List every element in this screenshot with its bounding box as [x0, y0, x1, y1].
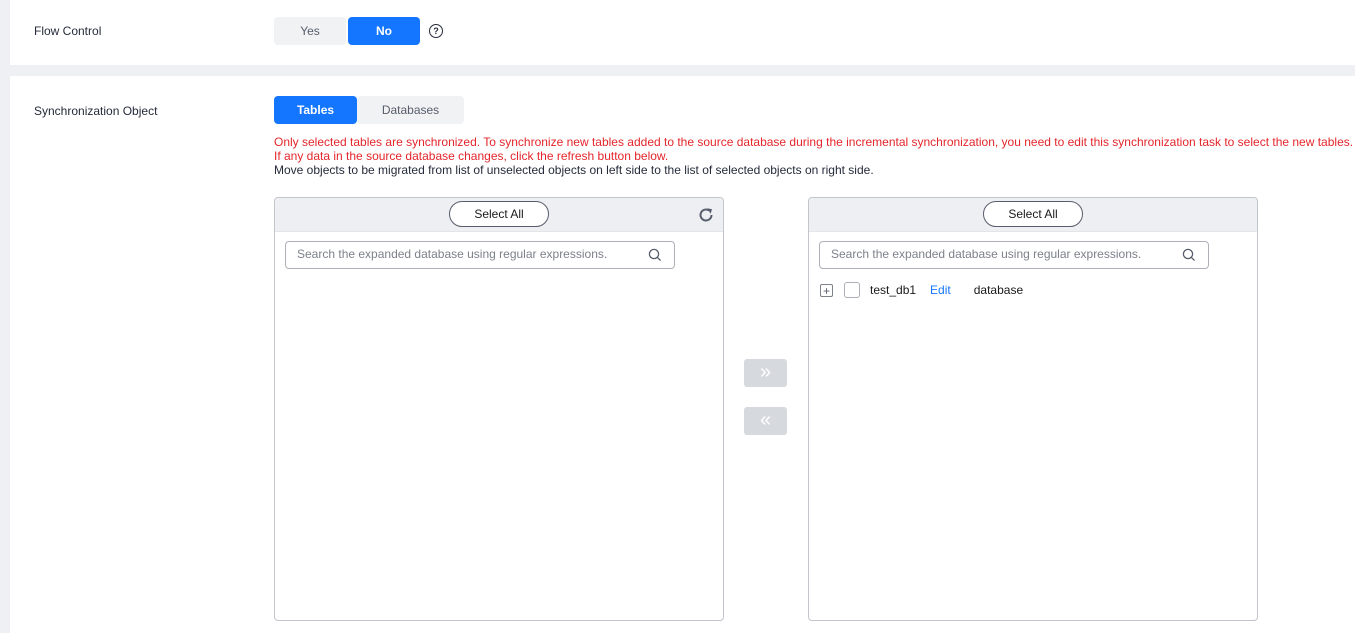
flow-control-no-button[interactable]: No: [348, 17, 420, 45]
right-search-field: [819, 241, 1209, 269]
sync-hint-tables: Only selected tables are synchronized. T…: [274, 135, 1354, 149]
sync-object-label: Synchronization Object: [34, 104, 158, 118]
flow-control-yes-button[interactable]: Yes: [274, 17, 346, 45]
sync-hint-refresh: If any data in the source database chang…: [274, 149, 669, 163]
flow-control-toggle: Yes No: [274, 17, 420, 45]
edit-link[interactable]: Edit: [930, 283, 951, 297]
database-name: test_db1: [870, 283, 917, 297]
right-select-all-button[interactable]: Select All: [983, 201, 1083, 227]
sync-hint-move: Move objects to be migrated from list of…: [274, 163, 874, 177]
sync-object-tabs: Tables Databases: [274, 96, 464, 124]
search-icon[interactable]: [648, 248, 662, 262]
move-left-button[interactable]: «: [744, 407, 787, 435]
item-checkbox[interactable]: [844, 282, 860, 298]
flow-control-label: Flow Control: [34, 24, 102, 38]
tab-tables[interactable]: Tables: [274, 96, 357, 124]
object-type-label: database: [973, 283, 1024, 297]
left-search-field: [285, 241, 675, 269]
tab-databases[interactable]: Databases: [357, 96, 464, 124]
left-select-all-button[interactable]: Select All: [449, 201, 549, 227]
expand-icon[interactable]: +: [820, 283, 833, 297]
selected-objects-panel: Select All + test_db1 Edit database: [808, 197, 1258, 621]
right-search-input[interactable]: [831, 242, 1171, 266]
unselected-objects-panel: Select All: [274, 197, 724, 621]
left-search-input[interactable]: [297, 242, 637, 266]
flow-control-section: Flow Control Yes No ?: [10, 0, 1355, 65]
search-icon[interactable]: [1182, 248, 1196, 262]
synchronization-object-section: Synchronization Object Tables Databases …: [10, 76, 1355, 633]
move-right-button[interactable]: »: [744, 359, 787, 387]
unselected-panel-header: Select All: [275, 198, 723, 232]
selected-panel-header: Select All: [809, 198, 1257, 232]
tree-item-database: + test_db1 Edit database: [820, 281, 1023, 299]
help-icon[interactable]: ?: [429, 24, 443, 38]
refresh-icon[interactable]: [697, 206, 715, 224]
